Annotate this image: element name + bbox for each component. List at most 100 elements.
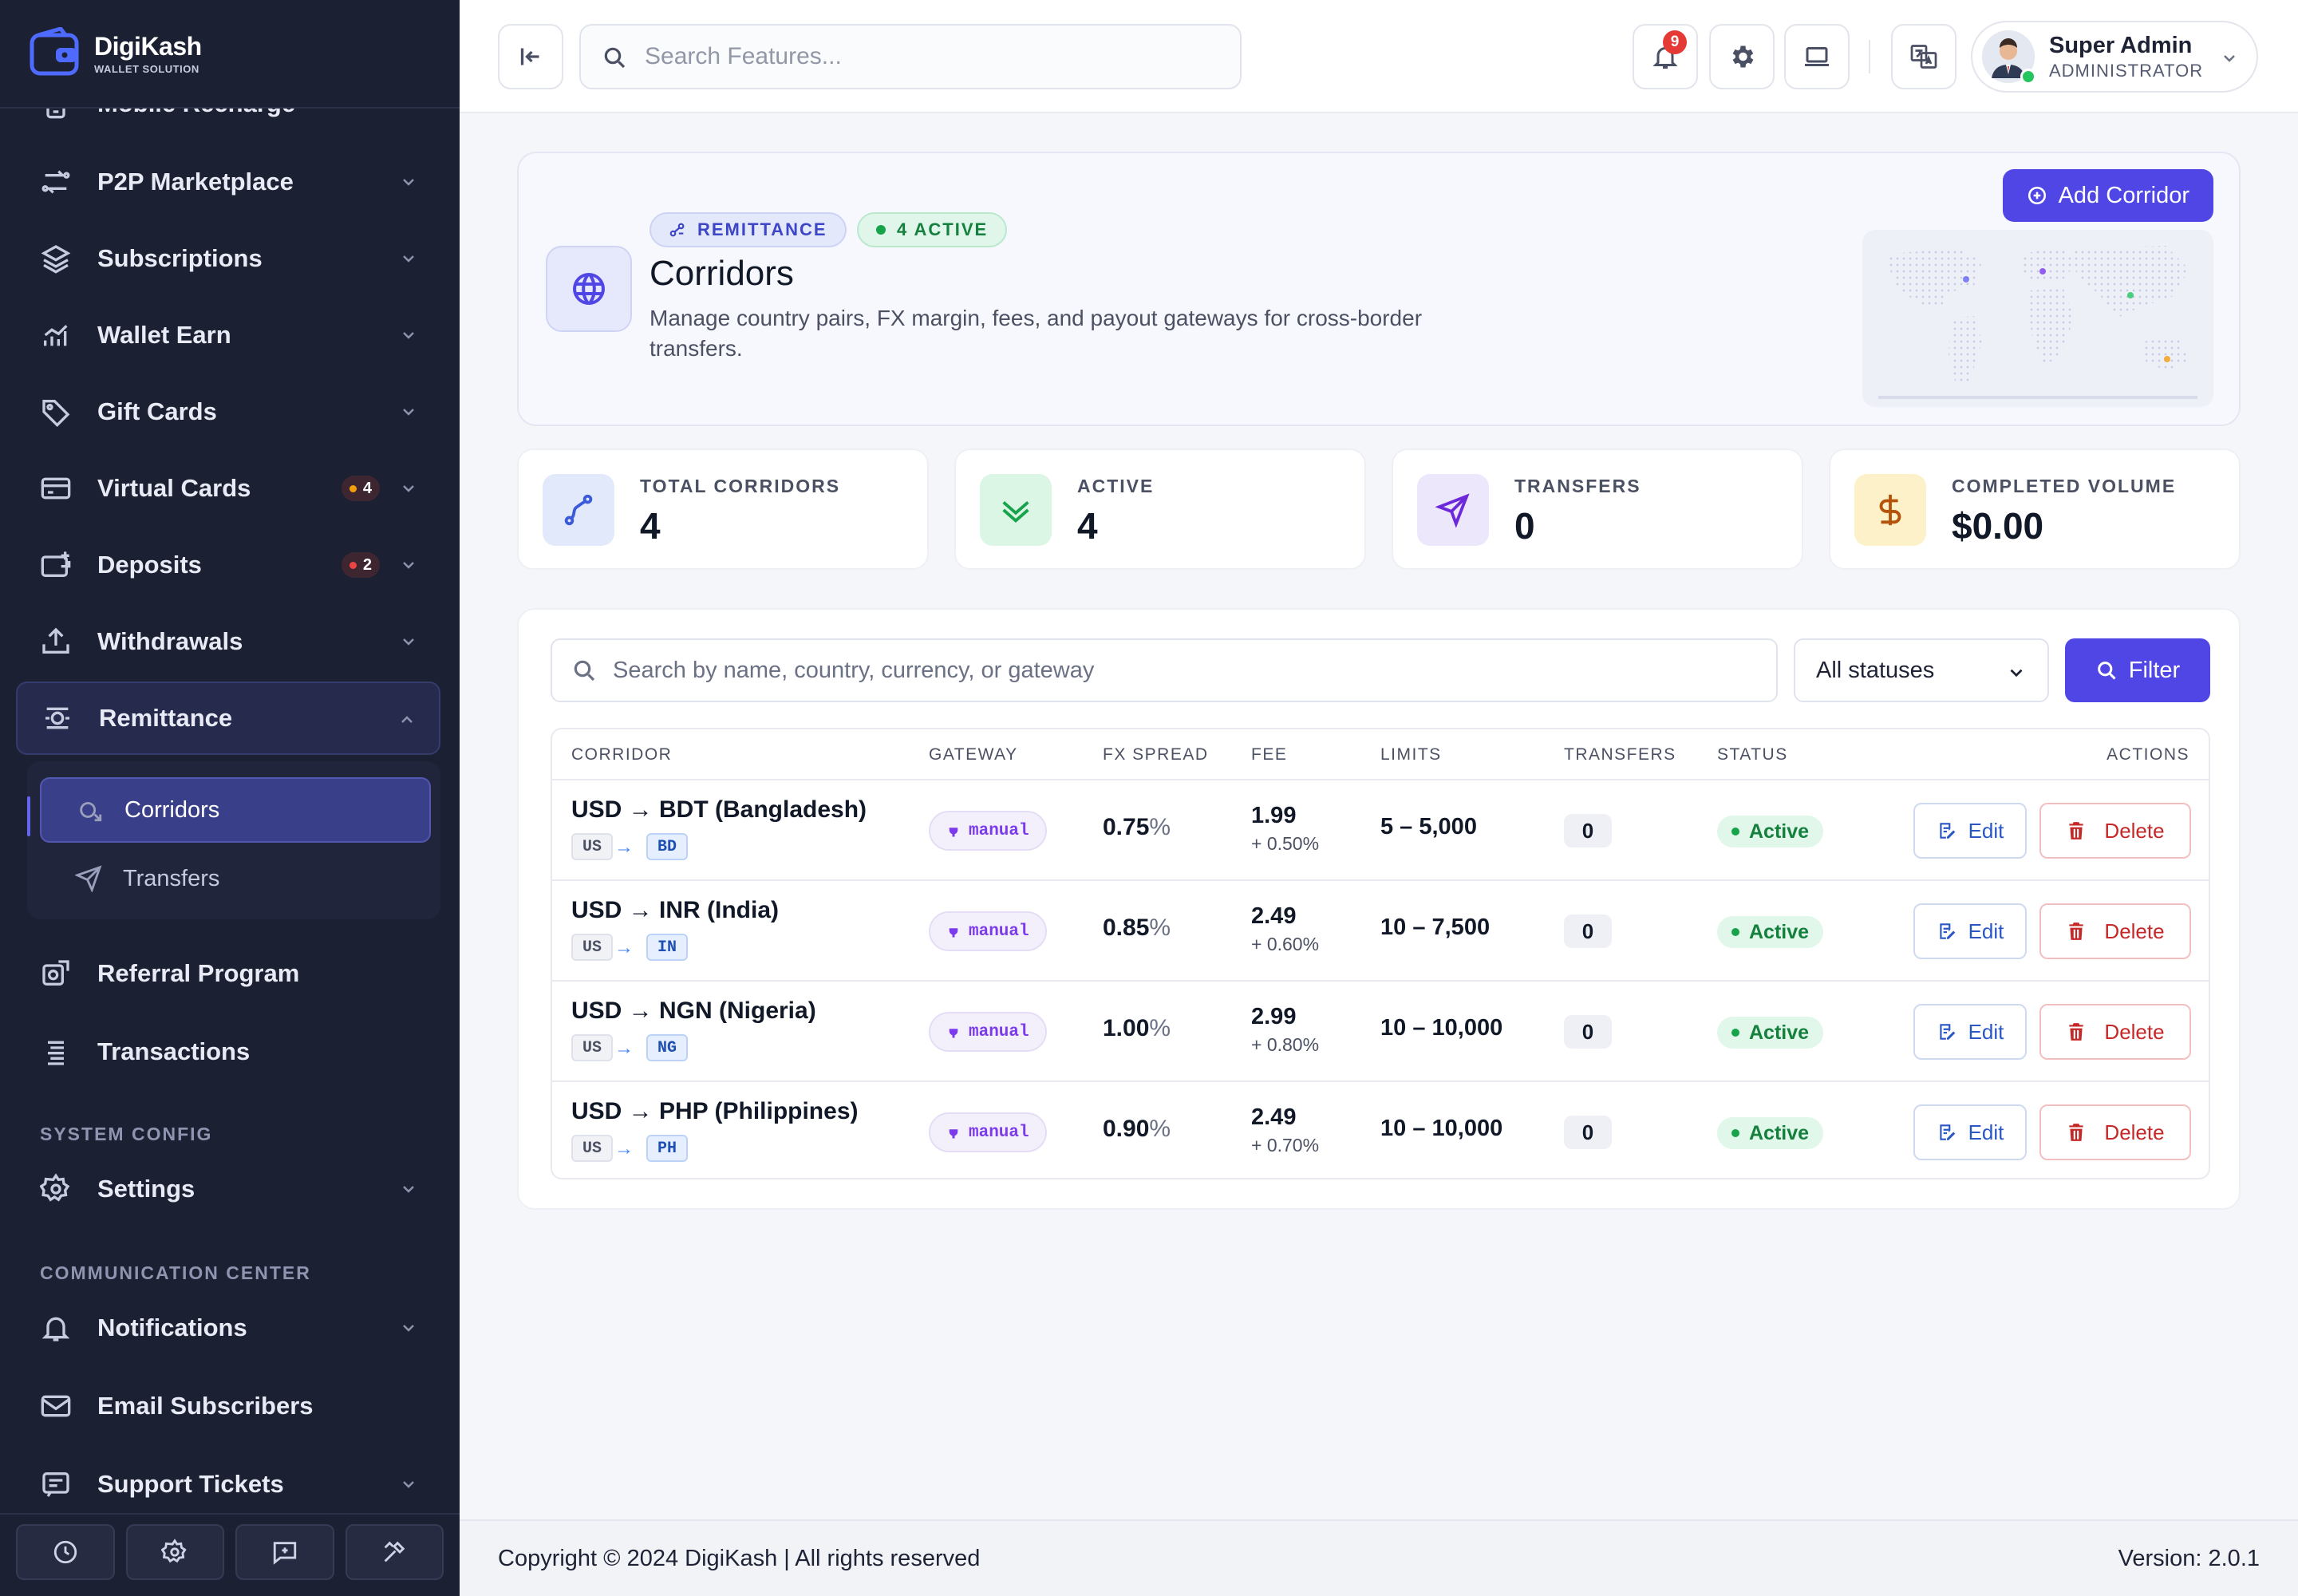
sidebar-item-p2p-marketplace[interactable]: P2P Marketplace <box>16 145 440 219</box>
stat-label: TOTAL CORRIDORS <box>640 476 841 496</box>
sidebar-item-withdrawals[interactable]: Withdrawals <box>16 605 440 678</box>
table-row: USD → NGN (Nigeria) US → NG manual 1.00%… <box>552 982 2209 1082</box>
edit-button[interactable]: Edit <box>1913 1104 2027 1160</box>
world-map-icon <box>1878 246 2197 399</box>
subitem-label: Corridors <box>124 796 220 823</box>
notifications-button[interactable]: 9 <box>1633 24 1698 89</box>
chevron-down-icon <box>403 179 414 186</box>
check-icon-tile <box>980 474 1052 546</box>
display-mode-button[interactable] <box>1784 24 1850 89</box>
bell-icon <box>41 1317 70 1341</box>
from-country-code: US <box>571 833 614 860</box>
edit-icon <box>1939 1024 1955 1040</box>
fx-spread: 0.85% <box>1103 915 1171 941</box>
sidebar-item-referral-program[interactable]: Referral Program <box>16 937 440 1010</box>
exchange-icon <box>41 170 70 194</box>
sidebar-item-label: Referral Program <box>97 959 300 987</box>
sidebar-item-transactions[interactable]: Transactions <box>16 1015 440 1088</box>
feature-search-input[interactable]: Search Features... <box>579 24 1242 89</box>
globe-arrow-icon <box>80 802 102 822</box>
fee-flat: 2.99 <box>1251 1004 1297 1029</box>
sidebar-item-virtual-cards[interactable]: Virtual Cards 4 <box>16 452 440 525</box>
delete-button[interactable]: Delete <box>2039 903 2191 959</box>
translate-icon <box>1910 45 1937 69</box>
sidebar-item-email-subscribers[interactable]: Email Subscribers <box>16 1369 440 1443</box>
collapse-sidebar-button[interactable] <box>498 24 563 89</box>
sidebar-item-subscriptions[interactable]: Subscriptions <box>16 222 440 295</box>
top-bar: Search Features... 9 Super Admin ADMINIS… <box>460 0 2298 113</box>
tools-button[interactable] <box>345 1524 444 1580</box>
user-role: ADMINISTRATOR <box>2049 60 2204 81</box>
sidebar-subitem-corridors[interactable]: Corridors <box>40 777 431 843</box>
from-country-code: US <box>571 1135 614 1162</box>
fee-percent: + 0.50% <box>1251 833 1320 854</box>
brand-logo[interactable]: DigiKash WALLET SOLUTION <box>0 0 460 109</box>
plug-icon <box>949 1025 958 1038</box>
language-button[interactable] <box>1891 24 1956 89</box>
arrow-right-icon: → <box>614 1037 634 1059</box>
column-header: FEE <box>1251 745 1288 764</box>
remit-icon <box>45 707 69 729</box>
corridors-panel: Search by name, country, currency, or ga… <box>517 608 2241 1210</box>
laptop-icon <box>1805 47 1829 66</box>
status-select[interactable]: All statuses <box>1794 638 2049 702</box>
filter-button[interactable]: Filter <box>2065 638 2210 702</box>
sidebar-item-label: Deposits <box>97 551 202 579</box>
sidebar-item-gift-cards[interactable]: Gift Cards <box>16 375 440 448</box>
section-label-communication-center: COMMUNICATION CENTER <box>40 1262 311 1283</box>
world-map-illustration <box>1862 230 2213 407</box>
stat-label: TRANSFERS <box>1514 476 1641 496</box>
fee-percent: + 0.60% <box>1251 934 1320 954</box>
sidebar-item-support-tickets[interactable]: Support Tickets <box>16 1448 440 1521</box>
fee-percent: + 0.80% <box>1251 1034 1320 1055</box>
user-profile-menu[interactable]: Super Admin ADMINISTRATOR <box>1971 21 2258 93</box>
to-country-code: NG <box>646 1034 689 1061</box>
corridor-search-input[interactable]: Search by name, country, currency, or ga… <box>551 638 1778 702</box>
settings-button[interactable] <box>125 1524 224 1580</box>
limits: 10 – 10,000 <box>1380 1015 1503 1041</box>
sidebar-item-settings[interactable]: Settings <box>16 1152 440 1226</box>
send-icon <box>1435 493 1470 528</box>
sidebar-item-label: Email Subscribers <box>97 1392 314 1420</box>
table-row: USD → INR (India) US → IN manual 0.85% 2… <box>552 881 2209 982</box>
fee-percent: + 0.70% <box>1251 1135 1320 1156</box>
transfers-count: 0 <box>1564 1015 1612 1049</box>
sidebar: DigiKash WALLET SOLUTION Mobile Recharge… <box>0 0 460 1596</box>
sidebar-item-deposits[interactable]: Deposits 2 <box>16 528 440 602</box>
chevron-down-icon <box>2224 55 2235 62</box>
clock-icon <box>53 1540 77 1564</box>
delete-button[interactable]: Delete <box>2039 803 2191 859</box>
ticket-icon <box>42 1472 69 1497</box>
chat-button[interactable] <box>235 1524 334 1580</box>
edit-button[interactable]: Edit <box>1913 1004 2027 1060</box>
column-header: FX SPREAD <box>1103 745 1209 764</box>
add-corridor-button[interactable]: Add Corridor <box>2002 169 2213 222</box>
gateway-badge: manual <box>929 1012 1047 1052</box>
clock-button[interactable] <box>16 1524 115 1580</box>
edit-button[interactable]: Edit <box>1913 803 2027 859</box>
chevron-down-icon <box>403 1186 414 1193</box>
plug-icon <box>949 824 958 837</box>
count-badge: 4 <box>341 476 380 501</box>
sidebar-item-notifications[interactable]: Notifications <box>16 1291 440 1365</box>
fee-flat: 2.49 <box>1251 1104 1297 1130</box>
from-country-code: US <box>571 1034 614 1061</box>
sidebar-item-remittance[interactable]: Remittance <box>16 681 440 755</box>
edit-button[interactable]: Edit <box>1913 903 2027 959</box>
plus-circle-icon <box>2028 186 2046 205</box>
settings-button[interactable] <box>1709 24 1775 89</box>
delete-button[interactable]: Delete <box>2039 1004 2191 1060</box>
mail-icon <box>41 1395 71 1417</box>
sidebar-item-label: Subscriptions <box>97 244 263 272</box>
status-badge: Active <box>1717 1017 1824 1049</box>
sidebar-item-wallet-earn[interactable]: Wallet Earn <box>16 298 440 372</box>
route-icon-tile <box>543 474 614 546</box>
delete-button[interactable]: Delete <box>2039 1104 2191 1160</box>
stat-card-transfers: TRANSFERS 0 <box>1392 448 1803 570</box>
fx-spread: 1.00% <box>1103 1015 1171 1041</box>
column-header: LIMITS <box>1380 745 1442 764</box>
status-badge: Active <box>1717 916 1824 948</box>
sidebar-item-label: Transactions <box>97 1037 251 1065</box>
table-row: USD → BDT (Bangladesh) US → BD manual 0.… <box>552 780 2209 881</box>
sidebar-subitem-transfers[interactable]: Transfers <box>40 846 431 911</box>
